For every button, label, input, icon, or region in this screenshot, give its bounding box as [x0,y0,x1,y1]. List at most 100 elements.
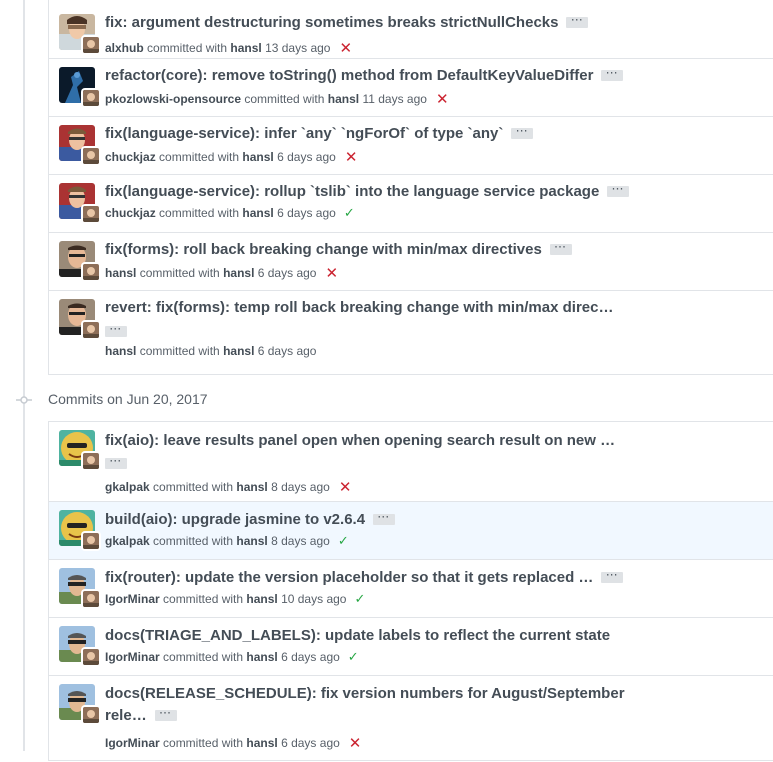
commit-time[interactable]: 6 days ago [281,650,340,664]
committer-link[interactable]: hansl [246,736,277,750]
committer-avatar[interactable] [83,148,99,164]
committer-avatar[interactable] [83,707,99,723]
committer-link[interactable]: hansl [246,650,277,664]
commit-meta: hansl committed with hansl 6 days ago ✕ [105,263,338,282]
expand-message-button[interactable]: ··· [373,512,396,525]
expand-message-button[interactable]: ··· [601,570,624,583]
author-link[interactable]: IgorMinar [105,736,160,750]
status-fail-icon[interactable]: ✕ [349,735,362,752]
commit-row: fix(language-service): infer `any` `ngFo… [49,117,773,175]
status-success-icon[interactable]: ✓ [348,649,359,664]
committer-link[interactable]: hansl [242,150,273,164]
expand-message-button[interactable]: ··· [511,126,534,139]
status-fail-icon[interactable]: ✕ [345,149,358,166]
commit-group-previous: fix: argument destructuring sometimes br… [48,0,773,375]
committer-link[interactable]: hansl [236,480,267,494]
commit-time[interactable]: 11 days ago [362,92,427,106]
commit-meta: chuckjaz committed with hansl 6 days ago… [105,147,358,166]
committed-with-text: committed with [139,266,220,280]
committer-link[interactable]: hansl [223,266,254,280]
expand-message-button[interactable]: ··· [105,325,127,337]
status-success-icon[interactable]: ✓ [338,533,349,548]
commit-title[interactable]: fix(language-service): rollup `tslib` in… [105,182,630,202]
committer-link[interactable]: hansl [328,92,359,106]
commit-row: fix(language-service): rollup `tslib` in… [49,175,773,233]
commit-time[interactable]: 6 days ago [258,344,317,358]
committer-link[interactable]: hansl [242,206,273,220]
commit-title-continued[interactable]: rele… ··· [105,706,177,726]
committer-avatar[interactable] [83,90,99,106]
commit-title[interactable]: fix(forms): roll back breaking change wi… [105,240,572,260]
committer-link[interactable]: hansl [223,344,254,358]
committer-link[interactable]: hansl [246,592,277,606]
commit-title[interactable]: fix(aio): leave results panel open when … [105,431,615,451]
commit-title[interactable]: docs(RELEASE_SCHEDULE): fix version numb… [105,684,625,704]
commit-group-jun-20: fix(aio): leave results panel open when … [48,421,773,761]
committed-with-text: committed with [153,534,234,548]
committer-avatar[interactable] [83,649,99,665]
committed-with-text: committed with [147,41,228,55]
expand-message-button[interactable]: ··· [601,68,624,81]
status-fail-icon[interactable]: ✕ [339,40,352,57]
expand-message-button[interactable]: ··· [566,15,589,28]
commit-date-node-icon [16,396,32,404]
committed-with-text: committed with [163,736,244,750]
author-link[interactable]: gkalpak [105,534,150,548]
expand-message-button[interactable]: ··· [607,184,630,197]
commit-time[interactable]: 13 days ago [265,41,330,55]
committed-with-text: committed with [139,344,220,358]
committer-avatar[interactable] [83,264,99,280]
commit-time[interactable]: 10 days ago [281,592,346,606]
commit-row: docs(TRIAGE_AND_LABELS): update labels t… [49,618,773,676]
commit-row: docs(RELEASE_SCHEDULE): fix version numb… [49,676,773,762]
commit-title[interactable]: refactor(core): remove toString() method… [105,66,624,86]
timeline-line [23,0,25,751]
status-fail-icon[interactable]: ✕ [339,479,352,496]
expand-message-button[interactable]: ··· [105,457,127,469]
committer-avatar[interactable] [83,591,99,607]
author-link[interactable]: IgorMinar [105,650,160,664]
commit-title[interactable]: fix: argument destructuring sometimes br… [105,13,589,33]
author-link[interactable]: chuckjaz [105,150,156,164]
committer-avatar[interactable] [83,322,99,338]
committer-avatar[interactable] [83,533,99,549]
commit-time[interactable]: 6 days ago [277,206,336,220]
author-link[interactable]: chuckjaz [105,206,156,220]
status-success-icon[interactable]: ✓ [344,205,355,220]
commit-title[interactable]: fix(language-service): infer `any` `ngFo… [105,124,534,144]
commit-time[interactable]: 8 days ago [271,480,330,494]
committed-with-text: committed with [153,480,234,494]
commit-row: fix(forms): roll back breaking change wi… [49,233,773,291]
commit-title[interactable]: build(aio): upgrade jasmine to v2.6.4 ··· [105,510,396,530]
status-success-icon[interactable]: ✓ [354,591,365,606]
author-link[interactable]: hansl [105,266,136,280]
committer-avatar[interactable] [83,206,99,222]
commit-row: fix(router): update the version placehol… [49,560,773,618]
commit-date-heading: Commits on Jun 20, 2017 [48,391,208,407]
status-fail-icon[interactable]: ✕ [436,91,449,108]
commit-meta: alxhub committed with hansl 13 days ago ✕ [105,38,352,57]
expand-message-button[interactable]: ··· [549,242,572,255]
commit-meta: hansl committed with hansl 6 days ago [105,344,316,358]
commit-time[interactable]: 6 days ago [258,266,317,280]
commit-title[interactable]: fix(router): update the version placehol… [105,568,624,588]
committer-avatar[interactable] [83,37,99,53]
commit-time[interactable]: 6 days ago [277,150,336,164]
committer-avatar[interactable] [83,453,99,469]
author-link[interactable]: gkalpak [105,480,150,494]
commit-meta: gkalpak committed with hansl 8 days ago ✕ [105,477,352,496]
author-link[interactable]: pkozlowski-opensource [105,92,241,106]
commit-time[interactable]: 6 days ago [281,736,340,750]
committer-link[interactable]: hansl [236,534,267,548]
commit-row-highlighted: build(aio): upgrade jasmine to v2.6.4 ···… [49,502,773,560]
commit-time[interactable]: 8 days ago [271,534,330,548]
commit-title[interactable]: revert: fix(forms): temp roll back break… [105,298,613,318]
author-link[interactable]: IgorMinar [105,592,160,606]
commit-title[interactable]: docs(TRIAGE_AND_LABELS): update labels t… [105,626,610,646]
status-fail-icon[interactable]: ✕ [325,265,338,282]
commit-meta: IgorMinar committed with hansl 6 days ag… [105,649,359,665]
author-link[interactable]: hansl [105,344,136,358]
expand-message-button[interactable]: ··· [154,708,177,721]
author-link[interactable]: alxhub [105,41,144,55]
committer-link[interactable]: hansl [230,41,261,55]
